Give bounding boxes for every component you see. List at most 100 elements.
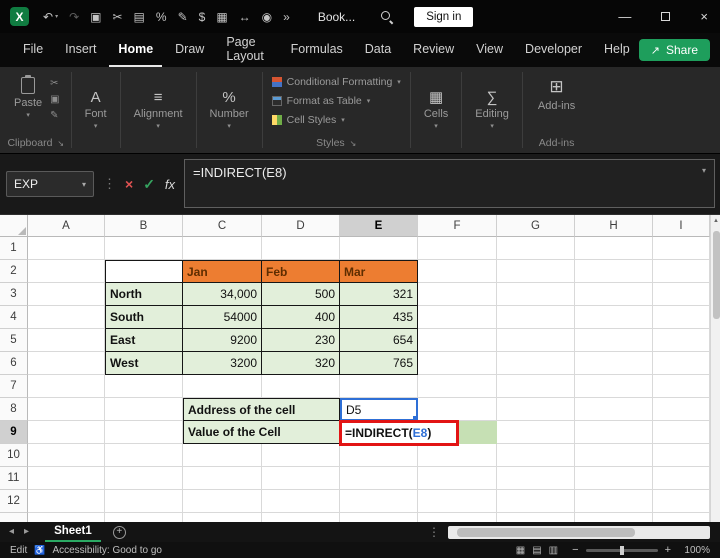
zoom-level[interactable]: 100%: [678, 545, 710, 556]
cell-B5[interactable]: East: [105, 329, 183, 352]
row-header-5[interactable]: 5: [0, 329, 28, 352]
clipboard-dialog-launcher-icon[interactable]: ↘: [57, 139, 64, 148]
column-header-A[interactable]: A: [28, 215, 105, 237]
minimize-button[interactable]: —: [618, 10, 631, 23]
number-group-button[interactable]: % Number ▾: [200, 67, 259, 153]
cell-D2[interactable]: Feb: [262, 260, 340, 283]
conditional-formatting-button[interactable]: Conditional Formatting ▾: [272, 76, 401, 88]
sheet-tab-sheet1[interactable]: Sheet1: [45, 522, 101, 542]
formula-input[interactable]: =INDIRECT(E8) ▾: [184, 159, 715, 208]
tab-scroll-handle-icon[interactable]: ⋮: [428, 525, 440, 539]
cell-C3[interactable]: 34,000: [183, 283, 262, 306]
cell-D5[interactable]: 230: [262, 329, 340, 352]
format-as-table-button[interactable]: Format as Table ▾: [272, 95, 401, 107]
row-header-1[interactable]: 1: [0, 237, 28, 260]
vertical-scrollbar-thumb[interactable]: [713, 231, 720, 319]
row-header-8[interactable]: 8: [0, 398, 28, 421]
formula-edit-cell-E9[interactable]: =INDIRECT(E8): [339, 420, 459, 446]
copy-button-icon[interactable]: ▣: [50, 95, 59, 105]
cell-C4[interactable]: 54000: [183, 306, 262, 329]
cell-D4[interactable]: 400: [262, 306, 340, 329]
cell-C6[interactable]: 3200: [183, 352, 262, 375]
menu-tab-developer[interactable]: Developer: [516, 33, 591, 67]
menu-tab-review[interactable]: Review: [404, 33, 463, 67]
menu-tab-home[interactable]: Home: [109, 33, 162, 67]
redo-icon[interactable]: ↷: [69, 11, 79, 23]
horizontal-scrollbar-thumb[interactable]: [457, 528, 635, 537]
cell-B6[interactable]: West: [105, 352, 183, 375]
menu-tab-file[interactable]: File: [14, 33, 52, 67]
scroll-up-icon[interactable]: ▲: [712, 218, 720, 224]
column-header-F[interactable]: F: [418, 215, 497, 237]
cell-E6[interactable]: 765: [340, 352, 418, 375]
cell-E2[interactable]: Mar: [340, 260, 418, 283]
row-header-10[interactable]: 10: [0, 444, 28, 467]
zoom-out-button[interactable]: −: [572, 544, 578, 556]
row-header-4[interactable]: 4: [0, 306, 28, 329]
cell-B2[interactable]: [105, 260, 183, 283]
enter-icon[interactable]: ✓: [143, 176, 155, 193]
zoom-slider[interactable]: [586, 549, 658, 552]
column-header-H[interactable]: H: [575, 215, 653, 237]
name-box-dropdown-icon[interactable]: ▾: [82, 180, 86, 189]
menu-tab-help[interactable]: Help: [595, 33, 639, 67]
cell-D6[interactable]: 320: [262, 352, 340, 375]
copy-icon[interactable]: ▣: [90, 11, 101, 23]
row-header-3[interactable]: 3: [0, 283, 28, 306]
column-header-D[interactable]: D: [262, 215, 340, 237]
column-header-I[interactable]: I: [653, 215, 710, 237]
sheet-nav-left-icon[interactable]: ◂: [9, 527, 14, 537]
page-break-view-icon[interactable]: ▥: [549, 545, 558, 556]
undo-icon[interactable]: ↶▾: [43, 11, 58, 23]
formula-bar-collapse-icon[interactable]: ▾: [702, 166, 706, 175]
chart-icon[interactable]: ▤: [134, 11, 145, 23]
menu-tab-insert[interactable]: Insert: [56, 33, 105, 67]
editing-group-button[interactable]: ∑ Editing ▾: [465, 67, 519, 153]
row-header-2[interactable]: 2: [0, 260, 28, 283]
cell-E3[interactable]: 321: [340, 283, 418, 306]
menu-tab-page-layout[interactable]: Page Layout: [217, 33, 277, 67]
zoom-slider-thumb[interactable]: [620, 546, 624, 555]
cells-group-button[interactable]: ▦ Cells ▾: [414, 67, 458, 153]
cell-E4[interactable]: 435: [340, 306, 418, 329]
row-header-11[interactable]: 11: [0, 467, 28, 490]
addins-icon[interactable]: ⊞: [549, 77, 563, 97]
row-header-6[interactable]: 6: [0, 352, 28, 375]
column-header-E[interactable]: E: [340, 215, 418, 237]
accessibility-status[interactable]: Accessibility: Good to go: [52, 545, 162, 556]
close-button[interactable]: ×: [700, 10, 708, 23]
share-button[interactable]: ↗ Share: [639, 39, 710, 61]
format-painter-button-icon[interactable]: ✎: [50, 111, 59, 121]
cell-C9[interactable]: Value of the Cell: [183, 421, 340, 444]
cancel-icon[interactable]: ×: [125, 176, 133, 192]
insert-function-icon[interactable]: fx: [165, 177, 175, 192]
horizontal-scrollbar[interactable]: [448, 526, 710, 539]
select-all-corner[interactable]: [0, 215, 28, 237]
merge-center-icon[interactable]: ↔: [239, 11, 251, 23]
menu-tab-formulas[interactable]: Formulas: [282, 33, 352, 67]
cell-styles-button[interactable]: Cell Styles ▾: [272, 114, 401, 126]
sign-in-button[interactable]: Sign in: [414, 7, 473, 27]
maximize-button[interactable]: [661, 10, 670, 23]
row-header-13[interactable]: [0, 513, 28, 522]
cut-button-icon[interactable]: ✂: [50, 79, 59, 89]
menu-tab-view[interactable]: View: [467, 33, 512, 67]
normal-view-icon[interactable]: ▦: [516, 545, 525, 556]
cell-D3[interactable]: 500: [262, 283, 340, 306]
camera-icon[interactable]: ◉: [262, 11, 272, 23]
name-box[interactable]: EXP ▾: [6, 171, 94, 197]
row-header-9[interactable]: 9: [0, 421, 28, 444]
cell-C5[interactable]: 9200: [183, 329, 262, 352]
row-header-7[interactable]: 7: [0, 375, 28, 398]
column-header-B[interactable]: B: [105, 215, 183, 237]
search-icon[interactable]: [379, 9, 394, 24]
page-layout-view-icon[interactable]: ▤: [532, 545, 541, 556]
cell-B4[interactable]: South: [105, 306, 183, 329]
cell-C2[interactable]: Jan: [183, 260, 262, 283]
borders-icon[interactable]: ▦: [216, 11, 227, 23]
row-header-12[interactable]: 12: [0, 490, 28, 513]
cell-E5[interactable]: 654: [340, 329, 418, 352]
percent-style-icon[interactable]: %: [156, 11, 167, 23]
format-painter-icon[interactable]: ✎: [178, 11, 188, 23]
menu-tab-draw[interactable]: Draw: [166, 33, 213, 67]
